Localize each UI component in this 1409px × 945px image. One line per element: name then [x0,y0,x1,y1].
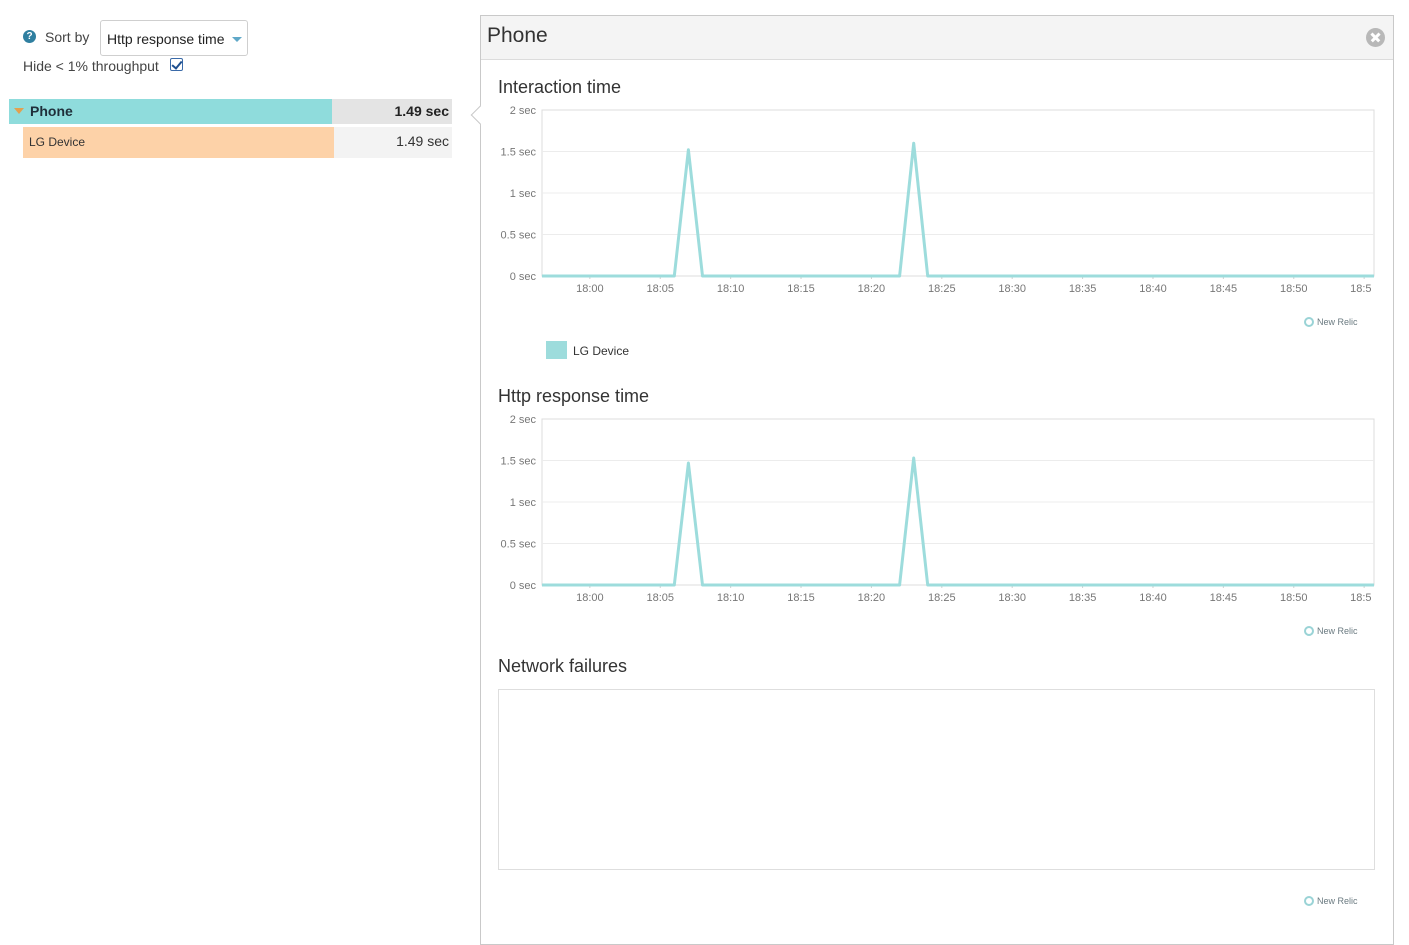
legend-label-lg-device[interactable]: LG Device [573,344,629,358]
x-tick-label: 18:30 [998,592,1026,604]
expand-triangle-icon[interactable] [14,108,24,114]
x-tick-label: 18:40 [1139,592,1167,604]
x-tick-label: 18:25 [928,283,956,295]
new-relic-brand-3: New Relic [1304,895,1358,907]
y-tick-label: 2 sec [510,105,537,117]
network-failures-chart [498,689,1375,870]
x-tick-label: 18:00 [576,283,604,295]
x-tick-label: 18:25 [928,592,956,604]
panel-title: Phone [487,24,548,47]
panel-pointer [469,104,481,126]
phone-label: Phone [30,103,73,119]
legend-swatch-lg-device[interactable] [546,341,567,359]
y-tick-label: 1.5 sec [501,147,537,159]
y-tick-label: 0.5 sec [501,539,537,551]
panel-header: Phone [481,16,1393,60]
x-tick-label: 18:35 [1069,592,1097,604]
tree-row-phone[interactable]: Phone 1.49 sec [9,99,452,124]
new-relic-brand-1: New Relic [1304,316,1358,328]
brand-text: New Relic [1317,896,1358,906]
chart-title-interaction-time: Interaction time [498,77,622,97]
chart-title-network-failures: Network failures [498,656,628,676]
y-tick-label: 1.5 sec [501,456,537,468]
interaction-time-chart: 0 sec 0.5 sec 1 sec 1.5 sec 2 sec 18:00 18:05 1… [501,105,1375,295]
chevron-down-icon [232,37,242,42]
hide-throughput-label: Hide < 1% throughput [23,58,159,74]
chart-title-http-response-time: Http response time [498,386,650,406]
x-tick-label: 18:20 [858,283,886,295]
brand-text: New Relic [1317,317,1358,327]
sort-by-value: Http response time [107,31,225,47]
x-tick-label: 18:40 [1139,283,1167,295]
tree-row-lg-device[interactable]: LG Device 1.49 sec [23,127,452,158]
phone-value: 1.49 sec [394,103,450,119]
brand-text: New Relic [1317,626,1358,636]
y-tick-label: 1 sec [510,188,537,200]
x-tick-label: 18:50 [1280,592,1308,604]
x-tick-label: 18:00 [576,592,604,604]
new-relic-logo-icon [1304,317,1314,327]
sort-by-select[interactable]: Http response time [100,20,248,56]
x-tick-label: 18:05 [646,592,674,604]
close-icon[interactable] [1366,28,1385,47]
x-tick-label: 18:10 [717,283,745,295]
x-tick-label: 18:10 [717,592,745,604]
x-tick-label: 18:5 [1350,592,1371,604]
x-tick-label: 18:30 [998,283,1026,295]
hide-throughput-checkbox[interactable] [170,58,183,71]
x-tick-label: 18:45 [1210,283,1238,295]
x-tick-label: 18:45 [1210,592,1238,604]
lg-device-value: 1.49 sec [396,133,449,149]
new-relic-logo-icon [1304,626,1314,636]
help-icon[interactable]: ? [23,30,36,43]
x-tick-label: 18:05 [646,283,674,295]
y-tick-label: 1 sec [510,497,537,509]
y-tick-label: 0.5 sec [501,230,537,242]
y-tick-label: 0 sec [510,271,537,283]
x-tick-label: 18:5 [1350,283,1371,295]
new-relic-brand-2: New Relic [1304,625,1358,637]
http-response-time-chart: 0 sec 0.5 sec 1 sec 1.5 sec 2 sec 18:00 18:05 1… [501,414,1375,604]
y-tick-label: 0 sec [510,580,537,592]
new-relic-logo-icon [1304,896,1314,906]
y-tick-label: 2 sec [510,414,537,426]
x-tick-label: 18:50 [1280,283,1308,295]
sort-by-label: Sort by [45,29,90,45]
x-tick-label: 18:15 [787,592,815,604]
x-tick-label: 18:35 [1069,283,1097,295]
lg-device-label: LG Device [29,135,86,149]
x-tick-label: 18:20 [858,592,886,604]
x-tick-label: 18:15 [787,283,815,295]
